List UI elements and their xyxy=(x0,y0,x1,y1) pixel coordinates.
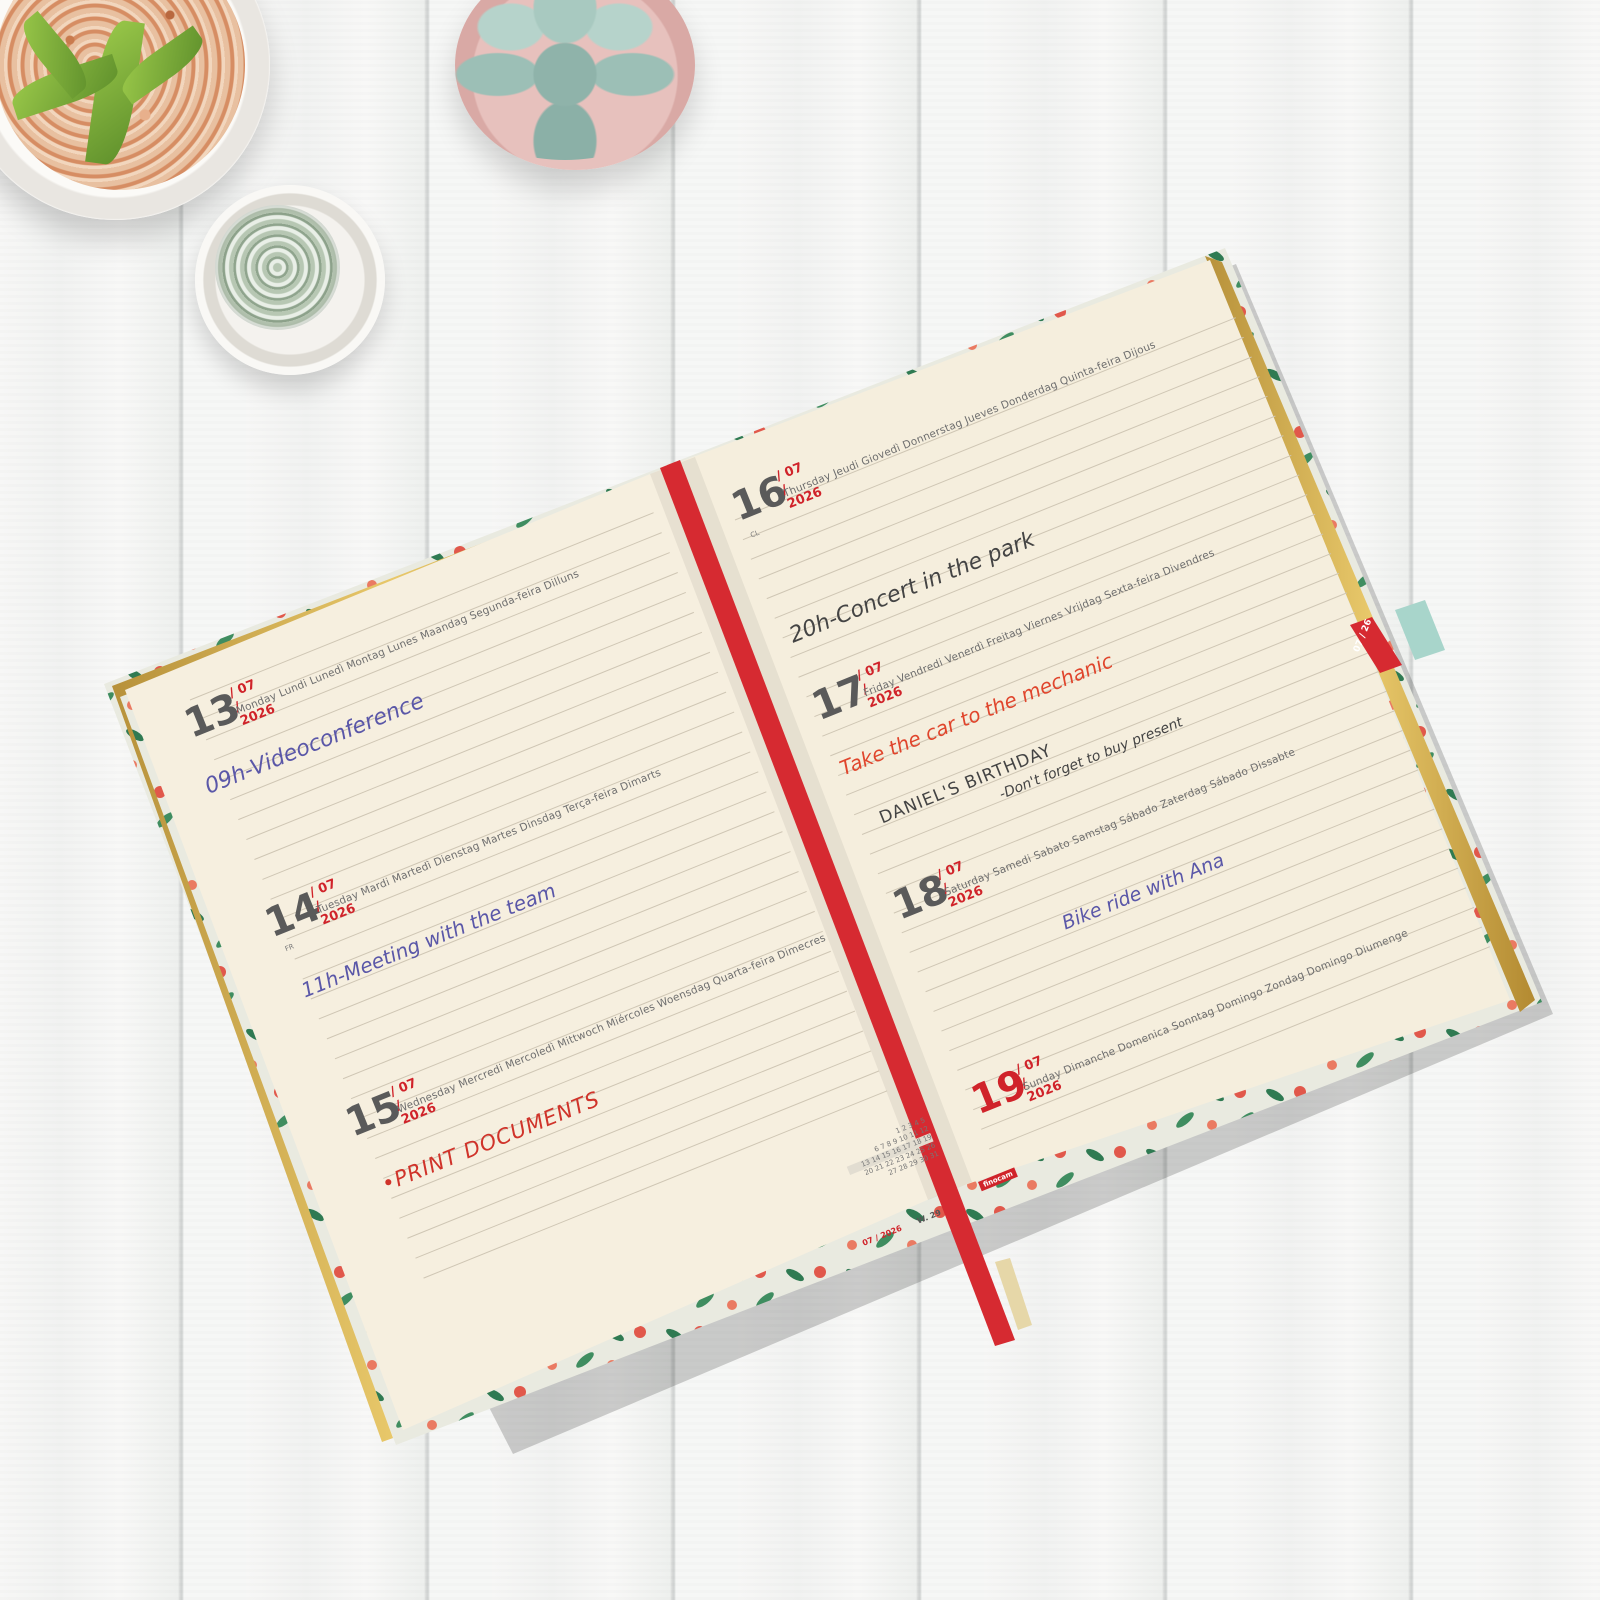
handwritten-note: 20h-Concert in the park xyxy=(785,526,1039,649)
moon-phase-tag: CL xyxy=(749,528,761,540)
day-names: Wednesday Mercredi Mercoledì Mittwoch Mi… xyxy=(395,931,828,1116)
day-names: Tuesday Mardi Martedì Dienstag Martes Di… xyxy=(314,766,663,917)
mint-page-tab xyxy=(1395,600,1445,660)
handwritten-note: Bike ride with Ana xyxy=(1058,849,1228,935)
moon-phase-tag: FR xyxy=(283,942,296,954)
